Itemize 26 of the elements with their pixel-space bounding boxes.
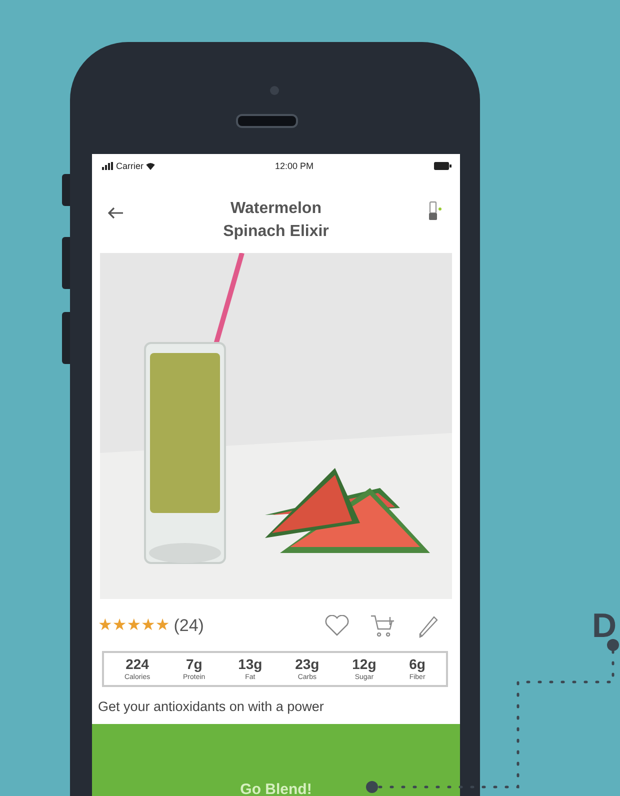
heart-icon[interactable] (324, 615, 350, 637)
speaker-icon (236, 114, 298, 128)
star-icon: ★ (126, 617, 142, 635)
star-icon: ★ (112, 617, 127, 635)
nutrition-value: 12g (352, 656, 376, 672)
nutrition-value: 23g (295, 656, 320, 672)
nutrition-value: 7g (186, 656, 202, 672)
wifi-icon (146, 162, 155, 170)
star-icon: ★ (155, 617, 170, 635)
status-time: 12:00 PM (274, 161, 314, 171)
back-arrow-icon[interactable] (108, 207, 124, 219)
pencil-icon[interactable] (418, 614, 440, 638)
callout-heading: D (592, 606, 617, 646)
nutrition-value: 6g (409, 656, 426, 672)
rating-count: (24) (174, 616, 204, 636)
go-blend-button[interactable]: Go Blend! (92, 724, 460, 796)
nutrition-value: 13g (238, 656, 262, 672)
signal-icon (102, 162, 114, 170)
carrier-label: Carrier (116, 161, 144, 171)
blender-icon[interactable] (428, 201, 442, 221)
battery-icon (434, 162, 452, 170)
star-icon: ★ (141, 617, 156, 635)
recipe-title: Watermelon Spinach Elixir (222, 199, 330, 242)
recipe-description: Get your antioxidants on with a power (97, 698, 325, 714)
nutrition-value: 224 (126, 656, 149, 672)
star-icon: ★ (98, 617, 112, 635)
